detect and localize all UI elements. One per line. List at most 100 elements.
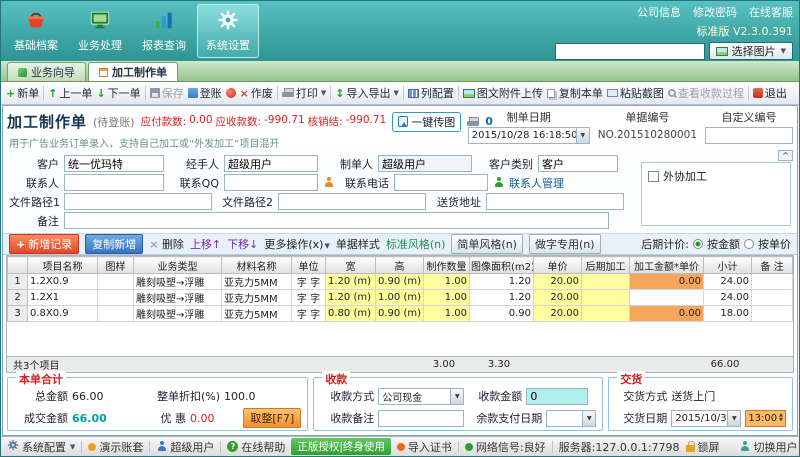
change-password-link[interactable]: 修改密码 bbox=[693, 4, 737, 20]
cell-post-process[interactable] bbox=[581, 305, 630, 322]
cell-height[interactable]: 1.00 (m) bbox=[375, 289, 424, 306]
phone-field[interactable] bbox=[394, 174, 488, 191]
printer-icon[interactable] bbox=[467, 116, 480, 127]
red-stamp-button[interactable] bbox=[224, 86, 238, 100]
cell-item-name[interactable]: 0.8X0.9 bbox=[27, 305, 98, 322]
cell-unit[interactable]: 字 字 bbox=[291, 273, 326, 290]
more-actions-button[interactable]: 更多操作(x)▼ bbox=[264, 236, 329, 252]
cell-unit[interactable]: 字 字 bbox=[291, 305, 326, 322]
spinner-arrows-icon[interactable]: ▲ ▼ bbox=[779, 413, 783, 423]
cell-pattern[interactable] bbox=[97, 305, 134, 322]
cell-qty[interactable]: 1.00 bbox=[423, 289, 470, 306]
simple-style-button[interactable]: 简单风格(n) bbox=[451, 234, 523, 254]
cell-area[interactable]: 0.90 bbox=[469, 305, 534, 322]
balance-date-combo[interactable]: ▼ bbox=[546, 409, 597, 427]
cell-business-type[interactable]: 雕刻吸塑→浮雕 bbox=[133, 273, 222, 290]
tab-processing-order[interactable]: 加工制作单 bbox=[88, 62, 178, 81]
cell-height[interactable]: 0.90 (m) bbox=[375, 305, 424, 322]
copy-add-button[interactable]: 复制新增 bbox=[85, 234, 144, 254]
collapse-button[interactable]: ^ bbox=[778, 150, 793, 161]
delivery-address-field[interactable] bbox=[486, 193, 624, 210]
online-service-link[interactable]: 在线客服 bbox=[749, 4, 793, 20]
remark-field[interactable] bbox=[64, 212, 609, 229]
nav-system-settings[interactable]: 系统设置 bbox=[197, 4, 259, 58]
nav-business-processing[interactable]: 业务处理 bbox=[69, 4, 131, 58]
radio-by-amount[interactable] bbox=[693, 239, 703, 249]
nav-report-query[interactable]: 报表查询 bbox=[133, 4, 195, 58]
create-date-combo[interactable]: 2015/10/28 16:18:50 ▼ bbox=[467, 127, 590, 144]
by-unit-price-label[interactable]: 按单价 bbox=[758, 236, 791, 252]
cell-qty[interactable]: 1.00 bbox=[423, 273, 470, 290]
radio-by-unit-price[interactable] bbox=[744, 239, 754, 249]
nav-basic-archives[interactable]: 基础档案 bbox=[5, 4, 67, 58]
view-payment-process-button[interactable]: 查看收款过程 bbox=[666, 83, 746, 103]
cell-post-process[interactable] bbox=[581, 289, 630, 306]
cell-business-type[interactable]: 雕刻吸塑→浮雕 bbox=[133, 305, 222, 322]
cell-subtotal[interactable]: 24.00 bbox=[703, 273, 752, 290]
delivery-method-value[interactable]: 送货上门 bbox=[671, 388, 715, 404]
delivery-time-spinner[interactable]: 13:00 ▲ ▼ bbox=[745, 409, 786, 427]
online-help-link[interactable]: ? 在线帮助 bbox=[227, 439, 285, 455]
payment-amount-input[interactable] bbox=[526, 387, 589, 405]
custom-number-input[interactable] bbox=[705, 127, 793, 144]
table-row[interactable]: 3 0.8X0.9 雕刻吸塑→浮雕 亚克力5MM 字 字 0.80 (m) 0.… bbox=[7, 305, 793, 322]
outsource-checkbox[interactable] bbox=[648, 171, 659, 182]
import-export-button[interactable]: ↕ 导入导出 ▼ bbox=[333, 83, 401, 103]
cell-item-name[interactable]: 1.2X0.9 bbox=[27, 273, 98, 290]
qq-contact-icon[interactable] bbox=[323, 177, 334, 188]
current-user-item[interactable]: 超级用户 bbox=[156, 439, 214, 455]
contact-manager-link[interactable]: 联系人管理 bbox=[509, 175, 564, 191]
cell-note[interactable] bbox=[751, 273, 793, 290]
cell-subtotal[interactable]: 24.00 bbox=[703, 289, 752, 306]
by-amount-label[interactable]: 按金额 bbox=[707, 236, 740, 252]
add-record-button[interactable]: + 新增记录 bbox=[9, 234, 80, 254]
caret-down-icon[interactable]: ▼ bbox=[575, 128, 589, 143]
system-config-menu[interactable]: 系统配置 ▼ bbox=[7, 439, 75, 455]
exit-button[interactable]: 退出 bbox=[751, 83, 789, 103]
paste-screenshot-button[interactable]: 粘贴截图 bbox=[605, 83, 666, 103]
caret-down-icon[interactable]: ▼ bbox=[727, 410, 741, 426]
table-row[interactable]: 1 1.2X0.9 雕刻吸塑→浮雕 亚克力5MM 字 字 1.20 (m) 0.… bbox=[7, 273, 793, 290]
cell-pattern[interactable] bbox=[97, 273, 134, 290]
cell-post-process[interactable] bbox=[581, 273, 630, 290]
caret-down-icon[interactable]: ▼ bbox=[450, 388, 464, 404]
next-doc-button[interactable]: ↓ 下一单 bbox=[94, 83, 142, 103]
customer-field[interactable] bbox=[64, 155, 164, 172]
contact-field[interactable] bbox=[64, 174, 164, 191]
cell-process-amount[interactable] bbox=[629, 289, 704, 306]
search-input[interactable] bbox=[554, 42, 705, 60]
file-path1-field[interactable] bbox=[64, 193, 212, 210]
import-certificate-link[interactable]: 导入证书 bbox=[396, 439, 452, 455]
post-account-button[interactable]: 登账 bbox=[186, 83, 224, 103]
one-key-upload-button[interactable]: 一键传图 bbox=[392, 111, 462, 132]
cell-qty[interactable]: 1.00 bbox=[423, 305, 470, 322]
move-down-button[interactable]: 下移↓ bbox=[227, 236, 258, 252]
creator-field[interactable] bbox=[378, 155, 472, 172]
cell-process-amount[interactable]: 0.00 bbox=[629, 305, 704, 322]
select-image-button[interactable]: 选择图片 ▼ bbox=[708, 42, 793, 60]
print-button[interactable]: 打印 ▼ bbox=[280, 83, 328, 103]
cell-pattern[interactable] bbox=[97, 289, 134, 306]
demo-account-item[interactable]: 演示账套 bbox=[88, 439, 143, 455]
cell-price[interactable]: 20.00 bbox=[533, 273, 582, 290]
cell-note[interactable] bbox=[751, 305, 793, 322]
cell-price[interactable]: 20.00 bbox=[533, 305, 582, 322]
attachment-upload-button[interactable]: 图文附件上传 bbox=[461, 83, 545, 103]
delivery-date-combo[interactable]: 2015/10/31 ▼ bbox=[671, 409, 742, 427]
cell-material[interactable]: 亚克力5MM bbox=[221, 273, 292, 290]
move-up-button[interactable]: 上移↑ bbox=[190, 236, 221, 252]
company-info-link[interactable]: 公司信息 bbox=[637, 4, 681, 20]
round-off-button[interactable]: 取整[F7] bbox=[243, 408, 302, 428]
column-config-button[interactable]: 列配置 bbox=[406, 83, 456, 103]
copy-doc-button[interactable]: 复制本单 bbox=[545, 83, 605, 103]
cell-business-type[interactable]: 雕刻吸塑→浮雕 bbox=[133, 289, 222, 306]
tab-business-wizard[interactable]: 业务向导 bbox=[7, 62, 86, 81]
file-path2-field[interactable] bbox=[278, 193, 426, 210]
cell-subtotal[interactable]: 18.00 bbox=[703, 305, 752, 322]
switch-user-button[interactable]: 切换用户 bbox=[740, 439, 798, 455]
prev-doc-button[interactable]: ↑ 上一单 bbox=[46, 83, 94, 103]
cell-price[interactable]: 20.00 bbox=[533, 289, 582, 306]
discount-value[interactable]: 0.00 bbox=[190, 412, 215, 425]
standard-style-option[interactable]: 标准风格(n) bbox=[386, 236, 446, 252]
cell-area[interactable]: 1.20 bbox=[469, 273, 534, 290]
